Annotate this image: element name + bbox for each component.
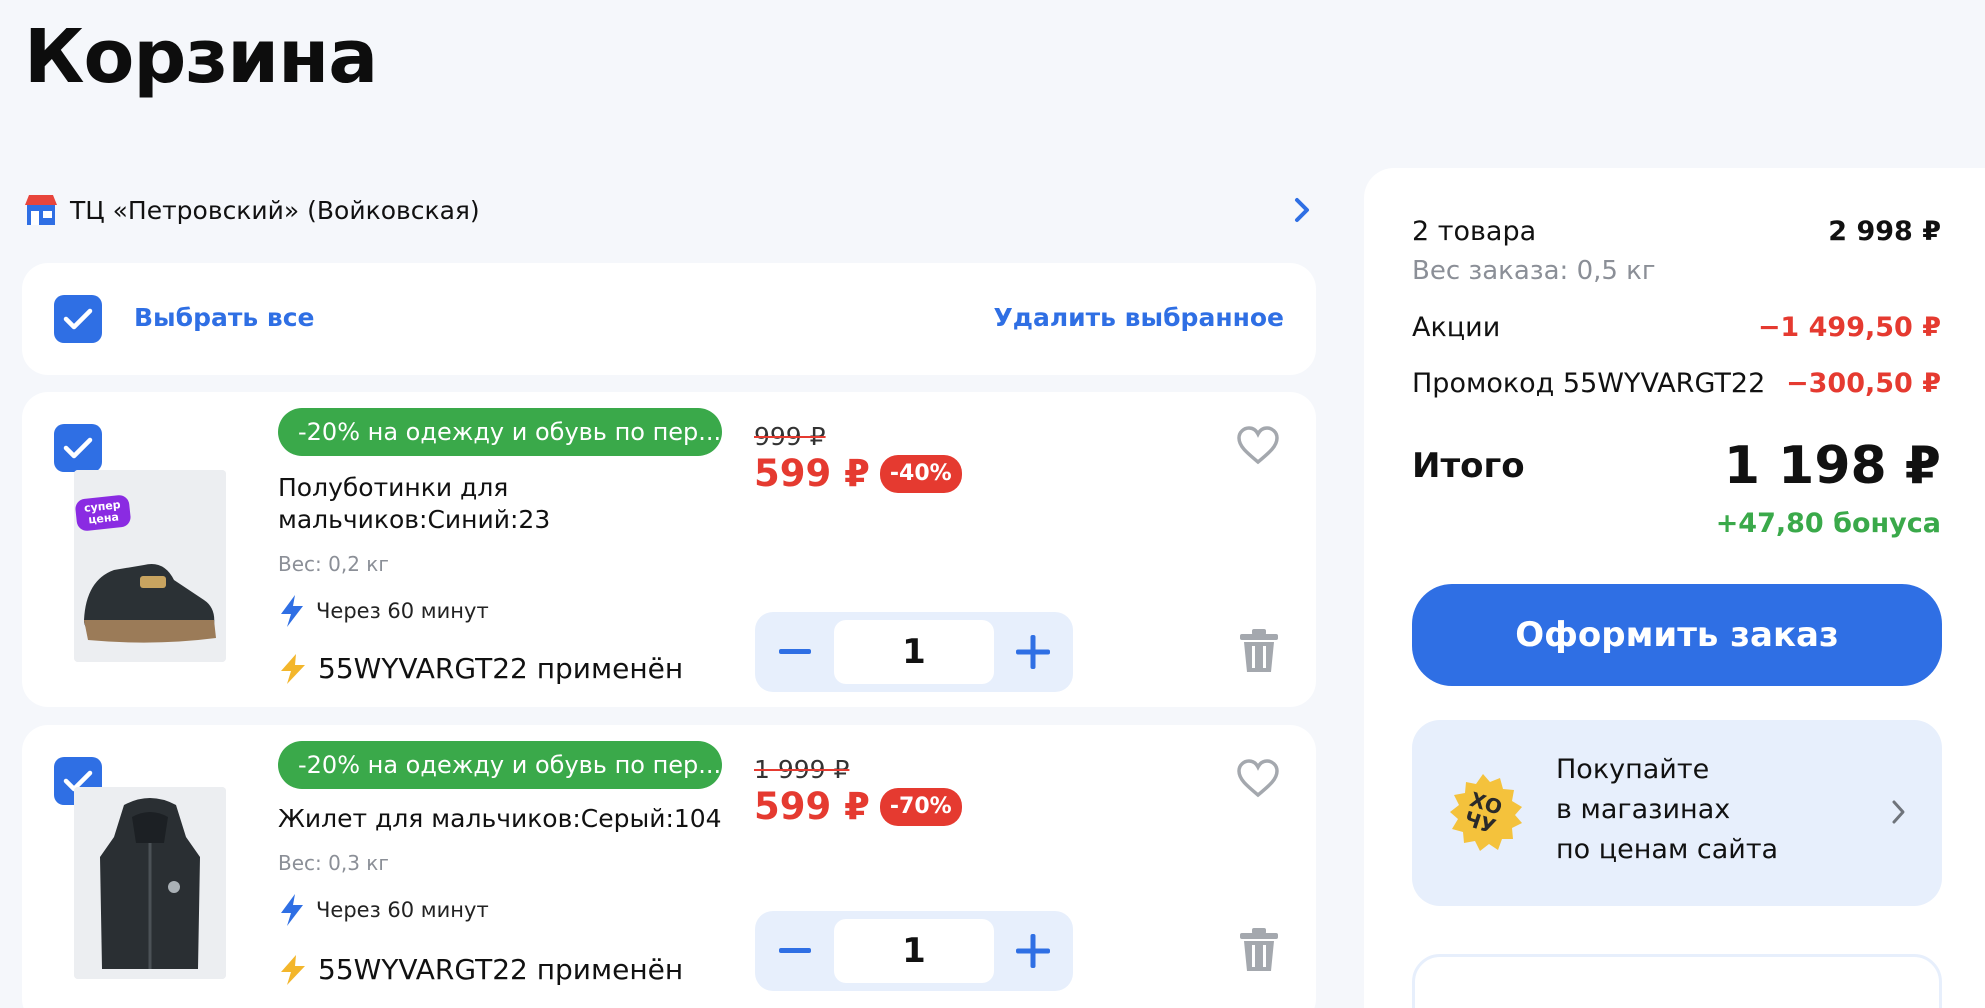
items-row: 2 товара 2 998 ₽ [1412, 216, 1941, 247]
delivery-time: Через 60 минут [278, 594, 489, 628]
minus-icon [779, 649, 811, 654]
delete-selected-link[interactable]: Удалить выбранное [994, 303, 1285, 332]
promo-applied: 55WYVARGT22 применён [278, 953, 683, 986]
select-all-card: Выбрать все Удалить выбранное [22, 263, 1316, 375]
store-prices-banner[interactable]: ХО ЧУ Покупайте в магазинах по ценам сай… [1412, 720, 1942, 906]
item-weight: Вес: 0,2 кг [278, 552, 389, 576]
decrease-button[interactable] [763, 620, 827, 684]
total-value: 1 198 ₽ [1723, 436, 1941, 496]
decrease-button[interactable] [763, 919, 827, 983]
checkout-button[interactable]: Оформить заказ [1412, 584, 1942, 686]
trash-icon[interactable] [1238, 628, 1280, 674]
lightning-yellow-icon [281, 653, 305, 684]
price-row: 599 ₽ -70% [754, 785, 962, 828]
hochu-logo-icon: ХО ЧУ [1450, 774, 1522, 851]
promocode-value: −300,50 ₽ [1786, 368, 1941, 399]
next-card [1412, 954, 1942, 1008]
price: 599 ₽ [754, 785, 870, 828]
promo-badge[interactable]: -20% на одежду и обувь по пер... [278, 741, 722, 789]
minus-icon [779, 948, 811, 953]
select-all-link[interactable]: Выбрать все [134, 303, 314, 332]
quantity-stepper: 1 [755, 911, 1073, 991]
promos-value: −1 499,50 ₽ [1757, 312, 1941, 343]
item-title[interactable]: Полуботинки для мальчиков:Синий:23 [278, 472, 550, 536]
order-weight: Вес заказа: 0,5 кг [1412, 256, 1656, 286]
discount-badge: -70% [879, 787, 962, 826]
select-all-checkbox[interactable] [54, 295, 102, 343]
promos-label: Акции [1412, 312, 1501, 343]
store-promo-text: Покупайте в магазинах по ценам сайта [1556, 754, 1779, 865]
increase-button[interactable] [1001, 620, 1065, 684]
bonus-row: +47,80 бонуса [1412, 508, 1941, 539]
trash-icon[interactable] [1238, 927, 1280, 973]
promo-badge[interactable]: -20% на одежду и обувь по пер... [278, 408, 722, 456]
favorite-heart-icon[interactable] [1236, 759, 1280, 799]
store-name: ТЦ «Петровский» (Войковская) [70, 195, 480, 225]
promocode-label: Промокод 55WYVARGT22 [1412, 368, 1766, 399]
check-icon [63, 308, 93, 330]
item-weight: Вес: 0,3 кг [278, 851, 389, 875]
promocode-row: Промокод 55WYVARGT22 −300,50 ₽ [1412, 368, 1941, 399]
item-title[interactable]: Жилет для мальчиков:Серый:104 [278, 803, 722, 835]
lightning-icon [281, 595, 303, 627]
quantity-value[interactable]: 1 [834, 919, 994, 983]
cart-item: -20% на одежду и обувь по пер... Жилет д… [22, 725, 1316, 1008]
quantity-stepper: 1 [755, 612, 1073, 692]
old-price: 1 999 ₽ [754, 755, 850, 784]
items-total: 2 998 ₽ [1828, 216, 1941, 247]
old-price: 999 ₽ [754, 422, 826, 451]
vest-image [74, 787, 226, 979]
store-selector[interactable]: ТЦ «Петровский» (Войковская) [24, 190, 1314, 230]
promo-applied: 55WYVARGT22 применён [278, 652, 683, 685]
total-row: Итого 1 198 ₽ [1412, 436, 1941, 496]
chevron-right-icon [1892, 800, 1905, 824]
increase-button[interactable] [1001, 919, 1065, 983]
favorite-heart-icon[interactable] [1236, 426, 1280, 466]
price: 599 ₽ [754, 452, 870, 495]
discount-badge: -40% [879, 454, 962, 493]
item-checkbox[interactable] [54, 424, 102, 472]
lightning-yellow-icon [281, 954, 305, 985]
super-price-badge: супер цена [74, 494, 132, 532]
bonus-value: +47,80 бонуса [1715, 508, 1941, 539]
check-icon [63, 437, 93, 459]
total-label: Итого [1412, 446, 1525, 486]
cart-item: супер цена -20% на одежду и обувь по пер… [22, 392, 1316, 707]
delivery-time: Через 60 минут [278, 893, 489, 927]
plus-icon [1016, 934, 1050, 968]
order-summary: 2 товара 2 998 ₽ Вес заказа: 0,5 кг Акци… [1364, 168, 1985, 1008]
store-icon [25, 195, 57, 225]
items-count: 2 товара [1412, 216, 1537, 247]
quantity-value[interactable]: 1 [834, 620, 994, 684]
product-image[interactable] [74, 787, 226, 979]
page-title: Корзина [24, 14, 378, 100]
promos-row: Акции −1 499,50 ₽ [1412, 312, 1941, 343]
chevron-right-icon[interactable] [1290, 194, 1314, 226]
price-row: 599 ₽ -40% [754, 452, 962, 495]
lightning-icon [281, 894, 303, 926]
plus-icon [1016, 635, 1050, 669]
